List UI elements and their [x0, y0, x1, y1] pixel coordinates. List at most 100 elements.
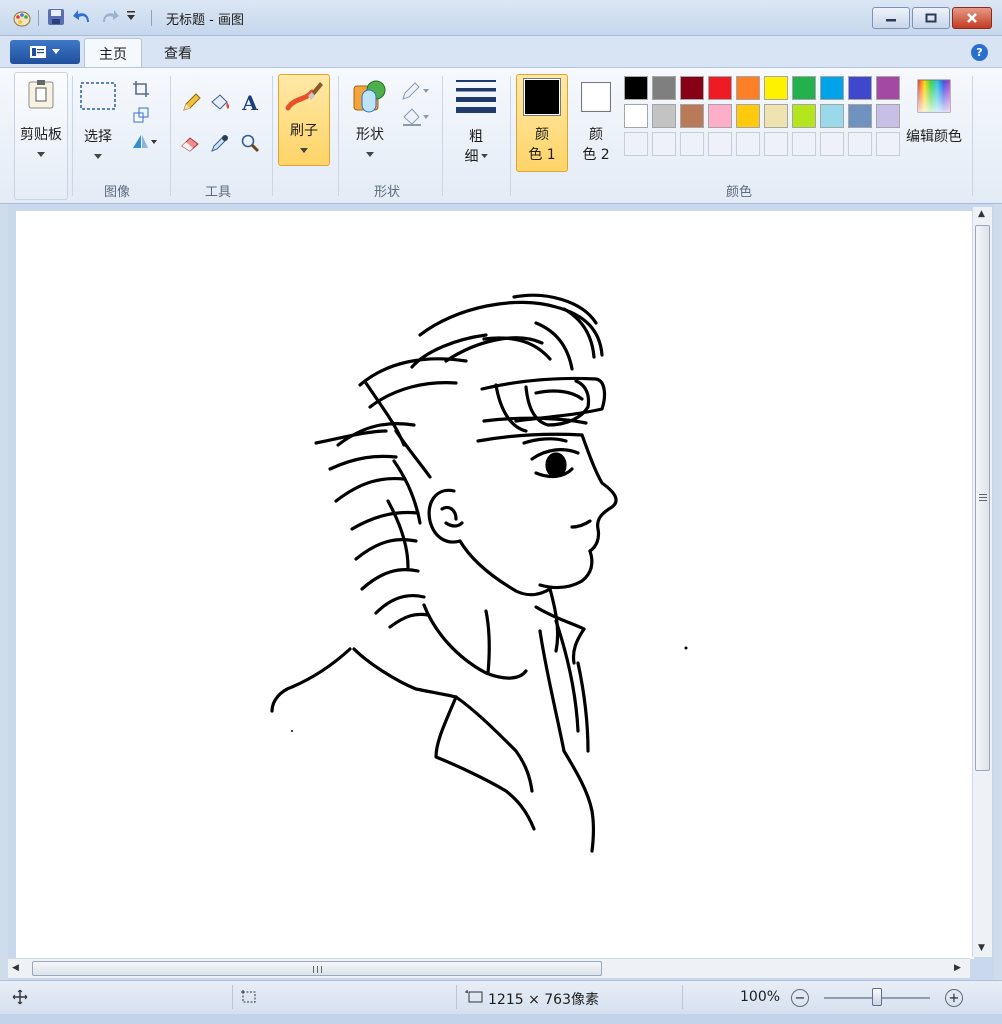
color1-label-line1: 颜	[535, 127, 549, 143]
zoom-level: 100%	[740, 989, 781, 1005]
vertical-scrollbar[interactable]: ▲ ▼	[972, 207, 992, 957]
scroll-left-icon[interactable]: ◀	[12, 963, 19, 973]
color2-label-line1: 颜	[589, 127, 603, 143]
size-label-line1: 粗	[469, 129, 483, 145]
palette-swatch[interactable]	[820, 76, 844, 100]
size-button[interactable]: 粗 细	[452, 78, 500, 166]
eraser-icon[interactable]	[178, 130, 204, 156]
palette-custom-slot[interactable]	[708, 132, 732, 156]
canvas-size-text: 1215 × 763像素	[488, 992, 599, 1008]
select-label: 选择	[84, 129, 112, 145]
group-separator	[170, 76, 171, 196]
horizontal-scroll-thumb[interactable]	[32, 961, 602, 976]
scroll-down-icon[interactable]: ▼	[978, 943, 985, 953]
minimize-button[interactable]	[872, 7, 910, 29]
palette-swatch[interactable]	[680, 104, 704, 128]
resize-icon[interactable]	[128, 102, 154, 128]
shapes-button[interactable]: 形状	[346, 78, 394, 158]
zoom-slider-thumb[interactable]	[872, 988, 882, 1006]
palette-swatch[interactable]	[792, 104, 816, 128]
palette-swatch[interactable]	[764, 76, 788, 100]
palette-swatch[interactable]	[848, 76, 872, 100]
magnifier-icon[interactable]	[237, 130, 263, 156]
outline-icon[interactable]	[400, 78, 432, 104]
ribbon: 剪贴板 选择 图像 A 工具 刷子 形状 形状 粗 细 颜 色 1 颜 色 2 …	[0, 67, 1002, 204]
palette-swatch[interactable]	[680, 76, 704, 100]
palette-custom-slot[interactable]	[876, 132, 900, 156]
color1-button[interactable]: 颜 色 1	[516, 78, 568, 164]
rotate-icon[interactable]	[128, 128, 160, 154]
palette-swatch[interactable]	[736, 76, 760, 100]
line-size-icon	[455, 78, 497, 118]
zoom-out-button[interactable]: −	[791, 989, 809, 1007]
status-separator	[682, 985, 683, 1009]
palette-swatch[interactable]	[624, 104, 648, 128]
undo-icon[interactable]	[73, 8, 93, 28]
palette-swatch[interactable]	[764, 104, 788, 128]
palette-swatch[interactable]	[876, 104, 900, 128]
paint-menu-button[interactable]	[10, 40, 80, 64]
window-bottom-border	[0, 1014, 1002, 1024]
paint-menu-icon	[30, 46, 46, 58]
text-tool-icon[interactable]: A	[237, 90, 263, 116]
selection-size-icon	[240, 989, 258, 1009]
palette-swatch[interactable]	[708, 104, 732, 128]
close-button[interactable]	[952, 7, 992, 29]
workspace	[8, 204, 994, 980]
palette-custom-slot[interactable]	[680, 132, 704, 156]
fill-icon[interactable]	[400, 104, 432, 130]
palette-swatch[interactable]	[736, 104, 760, 128]
chevron-down-icon	[480, 153, 488, 158]
palette-custom-slot[interactable]	[652, 132, 676, 156]
palette-swatch[interactable]	[820, 104, 844, 128]
pencil-icon[interactable]	[178, 90, 204, 116]
group-separator	[972, 76, 973, 196]
palette-swatch[interactable]	[876, 76, 900, 100]
chevron-down-icon	[52, 49, 60, 54]
palette-custom-slot[interactable]	[624, 132, 648, 156]
ribbon-tabs: 主页 查看 ?	[0, 36, 1002, 68]
paint-app-icon[interactable]	[12, 8, 32, 28]
scroll-right-icon[interactable]: ▶	[954, 963, 961, 973]
customize-dropdown-icon[interactable]	[125, 8, 145, 28]
color-picker-icon[interactable]	[207, 130, 233, 156]
horizontal-scrollbar[interactable]: ◀ ▶	[8, 958, 970, 978]
zoom-in-button[interactable]: +	[945, 989, 963, 1007]
clipboard-label: 剪贴板	[20, 127, 62, 143]
maximize-button[interactable]	[912, 7, 950, 29]
select-icon	[78, 80, 118, 116]
shapes-label: 形状	[356, 127, 384, 143]
status-bar: 1215 × 763像素 100% − +	[0, 980, 1002, 1014]
brush-label: 刷子	[290, 123, 318, 139]
palette-swatch[interactable]	[792, 76, 816, 100]
redo-icon[interactable]	[99, 8, 119, 28]
crop-icon[interactable]	[128, 76, 154, 102]
maximize-icon	[925, 13, 937, 23]
palette-custom-slot[interactable]	[820, 132, 844, 156]
edit-colors-button[interactable]: 编辑颜色	[902, 78, 966, 146]
palette-swatch[interactable]	[624, 76, 648, 100]
close-icon	[967, 13, 977, 23]
vertical-scroll-thumb[interactable]	[975, 225, 990, 771]
palette-custom-slot[interactable]	[736, 132, 760, 156]
palette-swatch[interactable]	[708, 76, 732, 100]
select-button[interactable]: 选择	[76, 80, 120, 160]
size-label-line2: 细	[464, 149, 479, 165]
tab-view[interactable]: 查看	[150, 38, 206, 68]
brush-button[interactable]: 刷子	[278, 78, 330, 154]
save-icon[interactable]	[47, 8, 67, 28]
palette-custom-slot[interactable]	[848, 132, 872, 156]
color2-button[interactable]: 颜 色 2	[574, 78, 618, 164]
color1-swatch	[525, 80, 559, 114]
palette-custom-slot[interactable]	[764, 132, 788, 156]
help-icon[interactable]: ?	[971, 44, 988, 61]
palette-custom-slot[interactable]	[792, 132, 816, 156]
window-title: 无标题 - 画图	[166, 13, 244, 28]
palette-swatch[interactable]	[652, 76, 676, 100]
fill-bucket-icon[interactable]	[207, 90, 233, 116]
palette-swatch[interactable]	[652, 104, 676, 128]
tab-home[interactable]: 主页	[84, 38, 142, 68]
palette-swatch[interactable]	[848, 104, 872, 128]
scroll-up-icon[interactable]: ▲	[978, 209, 985, 219]
drawing-canvas[interactable]	[16, 211, 974, 959]
